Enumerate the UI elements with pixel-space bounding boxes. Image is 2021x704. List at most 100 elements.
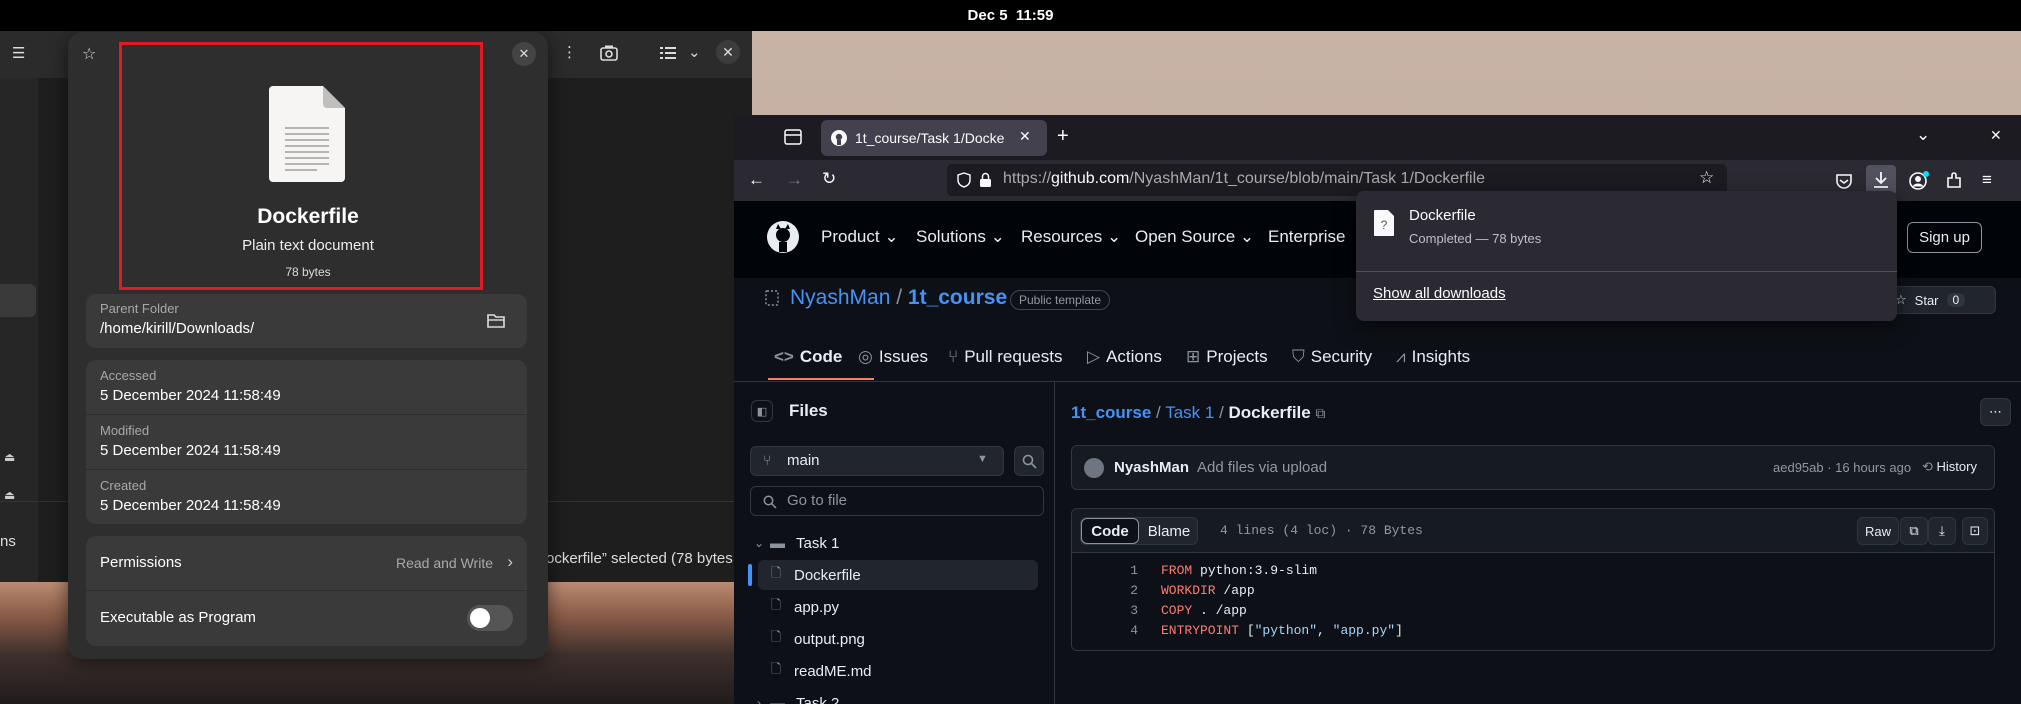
camera-icon[interactable]	[600, 45, 618, 61]
files-title: Files	[789, 401, 828, 420]
branch-name: main	[787, 452, 820, 469]
app-menu-icon[interactable]: ≡	[1982, 170, 1992, 190]
symbols-panel-button[interactable]: ⊡	[1962, 517, 1988, 545]
table-icon: ⊞	[1186, 347, 1201, 366]
folder-icon: ▬	[770, 534, 785, 552]
code-view-button[interactable]: Code	[1081, 518, 1139, 544]
avatar[interactable]	[1084, 458, 1104, 478]
reload-icon[interactable]: ↻	[822, 169, 836, 189]
kebab-icon: ⋯	[1989, 404, 2002, 419]
github-logo-icon[interactable]	[767, 221, 799, 253]
sidebar-item-label[interactable]: ns	[0, 533, 16, 550]
browser-tab[interactable]: 1t_course/Task 1/Docke ✕	[821, 120, 1047, 156]
raw-button[interactable]: Raw	[1857, 517, 1899, 545]
download-item[interactable]: ? Dockerfile Completed — 78 bytes	[1359, 195, 1618, 255]
hamburger-menu-icon[interactable]: ☰	[12, 44, 25, 62]
download-raw-button[interactable]: ⤓	[1928, 517, 1956, 545]
history-link[interactable]: ⟲ History	[1922, 459, 1977, 475]
copy-path-icon[interactable]: ⧉	[1315, 405, 1325, 421]
selection-status: ockerfile” selected (78 bytes	[546, 550, 733, 567]
copy-raw-button[interactable]: ⧉	[1900, 517, 1928, 545]
commit-sha-time[interactable]: aed95ab · 16 hours ago	[1773, 460, 1911, 475]
sidebar-selected-item[interactable]	[0, 284, 36, 317]
star-icon[interactable]: ☆	[82, 44, 96, 64]
divider	[1356, 271, 1897, 272]
file-breadcrumb: 1t_course / Task 1 / Dockerfile ⧉	[1071, 403, 1326, 422]
parent-folder-row[interactable]: Parent Folder /home/kirill/Downloads/	[86, 294, 527, 348]
chevron-down-icon: ⌄	[753, 536, 765, 550]
search-button[interactable]	[1014, 446, 1044, 476]
commit-author[interactable]: NyashMan	[1114, 459, 1189, 476]
visibility-badge: Public template	[1010, 290, 1111, 310]
window-close-icon[interactable]: ✕	[1990, 127, 2002, 144]
commit-message[interactable]: Add files via upload	[1197, 459, 1327, 476]
menu-open-source[interactable]: Open Source ⌄	[1135, 227, 1254, 247]
permissions-row[interactable]: Permissions Read and Write ›	[86, 536, 527, 590]
breadcrumb-repo-link[interactable]: 1t_course	[1071, 403, 1151, 422]
back-arrow-icon[interactable]: ←	[748, 170, 765, 190]
code-viewer: Code Blame 4 lines (4 loc) · 78 Bytes Ra…	[1071, 508, 1995, 651]
folder-icon: ▬	[770, 694, 785, 704]
collapse-sidebar-icon[interactable]: ◧	[751, 400, 773, 422]
close-icon[interactable]: ✕	[512, 42, 536, 66]
tab-issues[interactable]: ◎ Issues	[858, 347, 928, 367]
tree-item-output-png[interactable]: 🗋 output.png	[758, 624, 1048, 654]
repo-name-link[interactable]: 1t_course	[908, 286, 1007, 309]
tree-folder-task2[interactable]: › ▬ Task 2	[748, 688, 1038, 704]
menu-product[interactable]: Product ⌄	[821, 227, 899, 247]
star-button[interactable]: ☆ Star 0	[1884, 286, 1996, 314]
tab-insights[interactable]: ⩘ Insights	[1396, 347, 1470, 367]
eject-icon[interactable]: ⏏	[4, 488, 15, 502]
tab-pull-requests[interactable]: ⑂ Pull requests	[948, 347, 1062, 367]
go-to-file-input[interactable]: Go to file	[750, 486, 1044, 516]
open-folder-icon[interactable]	[487, 313, 505, 328]
chevron-down-icon[interactable]: ⌄	[688, 43, 701, 61]
repo-owner-link[interactable]: NyashMan	[790, 286, 890, 309]
code-body: 1 FROM python:3.9-slim 2 WORKDIR /app 3 COP…	[1072, 563, 1994, 647]
tab-overview-icon[interactable]	[784, 129, 802, 145]
menu-enterprise[interactable]: Enterprise	[1268, 227, 1345, 247]
close-tab-icon[interactable]: ✕	[1019, 128, 1031, 145]
forward-arrow-icon[interactable]: →	[786, 170, 803, 190]
repo-template-icon	[765, 290, 779, 306]
menu-resources[interactable]: Resources ⌄	[1021, 227, 1121, 247]
modified-label: Modified	[100, 423, 150, 438]
parent-folder-value: /home/kirill/Downloads/	[100, 320, 255, 337]
lock-icon[interactable]	[979, 172, 992, 188]
tree-item-app-py[interactable]: 🗋 app.py	[758, 592, 1048, 622]
tab-list-chevron-icon[interactable]: ⌄	[1916, 125, 1930, 145]
show-all-downloads-link[interactable]: Show all downloads	[1373, 285, 1506, 302]
clock[interactable]: Dec 5 11:59	[968, 7, 1054, 24]
tree-item-readme[interactable]: 🗋 readME.md	[758, 656, 1048, 686]
copy-icon: ⧉	[1909, 523, 1919, 538]
download-icon	[1874, 172, 1888, 188]
divider	[86, 414, 527, 415]
more-options-icon[interactable]: ⋮	[562, 43, 577, 61]
eject-icon[interactable]: ⏏	[4, 450, 15, 464]
code-toolbar: Code Blame 4 lines (4 loc) · 78 Bytes Ra…	[1072, 509, 1994, 553]
pocket-icon[interactable]	[1835, 173, 1853, 189]
tab-actions[interactable]: ▷ Actions	[1087, 347, 1162, 367]
tree-folder-task1[interactable]: ⌄ ▬ Task 1	[748, 528, 1038, 558]
extensions-icon[interactable]	[1945, 172, 1963, 190]
shield-icon[interactable]	[957, 172, 971, 188]
close-icon[interactable]: ✕	[716, 40, 740, 64]
tab-projects[interactable]: ⊞ Projects	[1186, 347, 1268, 367]
search-icon	[763, 495, 777, 509]
breadcrumb-folder-link[interactable]: Task 1	[1165, 403, 1214, 422]
caret-down-icon: ▼	[977, 453, 988, 465]
bookmark-star-icon[interactable]: ☆	[1699, 168, 1714, 188]
executable-toggle[interactable]	[467, 605, 513, 631]
blame-button[interactable]: Blame	[1141, 518, 1197, 544]
tab-code[interactable]: <> Code	[774, 347, 842, 367]
branch-selector[interactable]: ⑂ main ▼	[750, 446, 1004, 476]
go-to-file-placeholder: Go to file	[787, 492, 848, 509]
code-line: 4 ENTRYPOINT ["python", "app.py"]	[1130, 623, 1403, 638]
more-options-button[interactable]: ⋯	[1980, 398, 2011, 426]
menu-solutions[interactable]: Solutions ⌄	[916, 227, 1005, 247]
sign-up-button[interactable]: Sign up	[1907, 222, 1982, 253]
new-tab-icon[interactable]: +	[1057, 125, 1069, 148]
tree-item-dockerfile[interactable]: 🗋 Dockerfile	[748, 560, 1038, 590]
list-view-icon[interactable]	[660, 46, 676, 60]
tab-security[interactable]: ⛉ Security	[1292, 347, 1372, 367]
